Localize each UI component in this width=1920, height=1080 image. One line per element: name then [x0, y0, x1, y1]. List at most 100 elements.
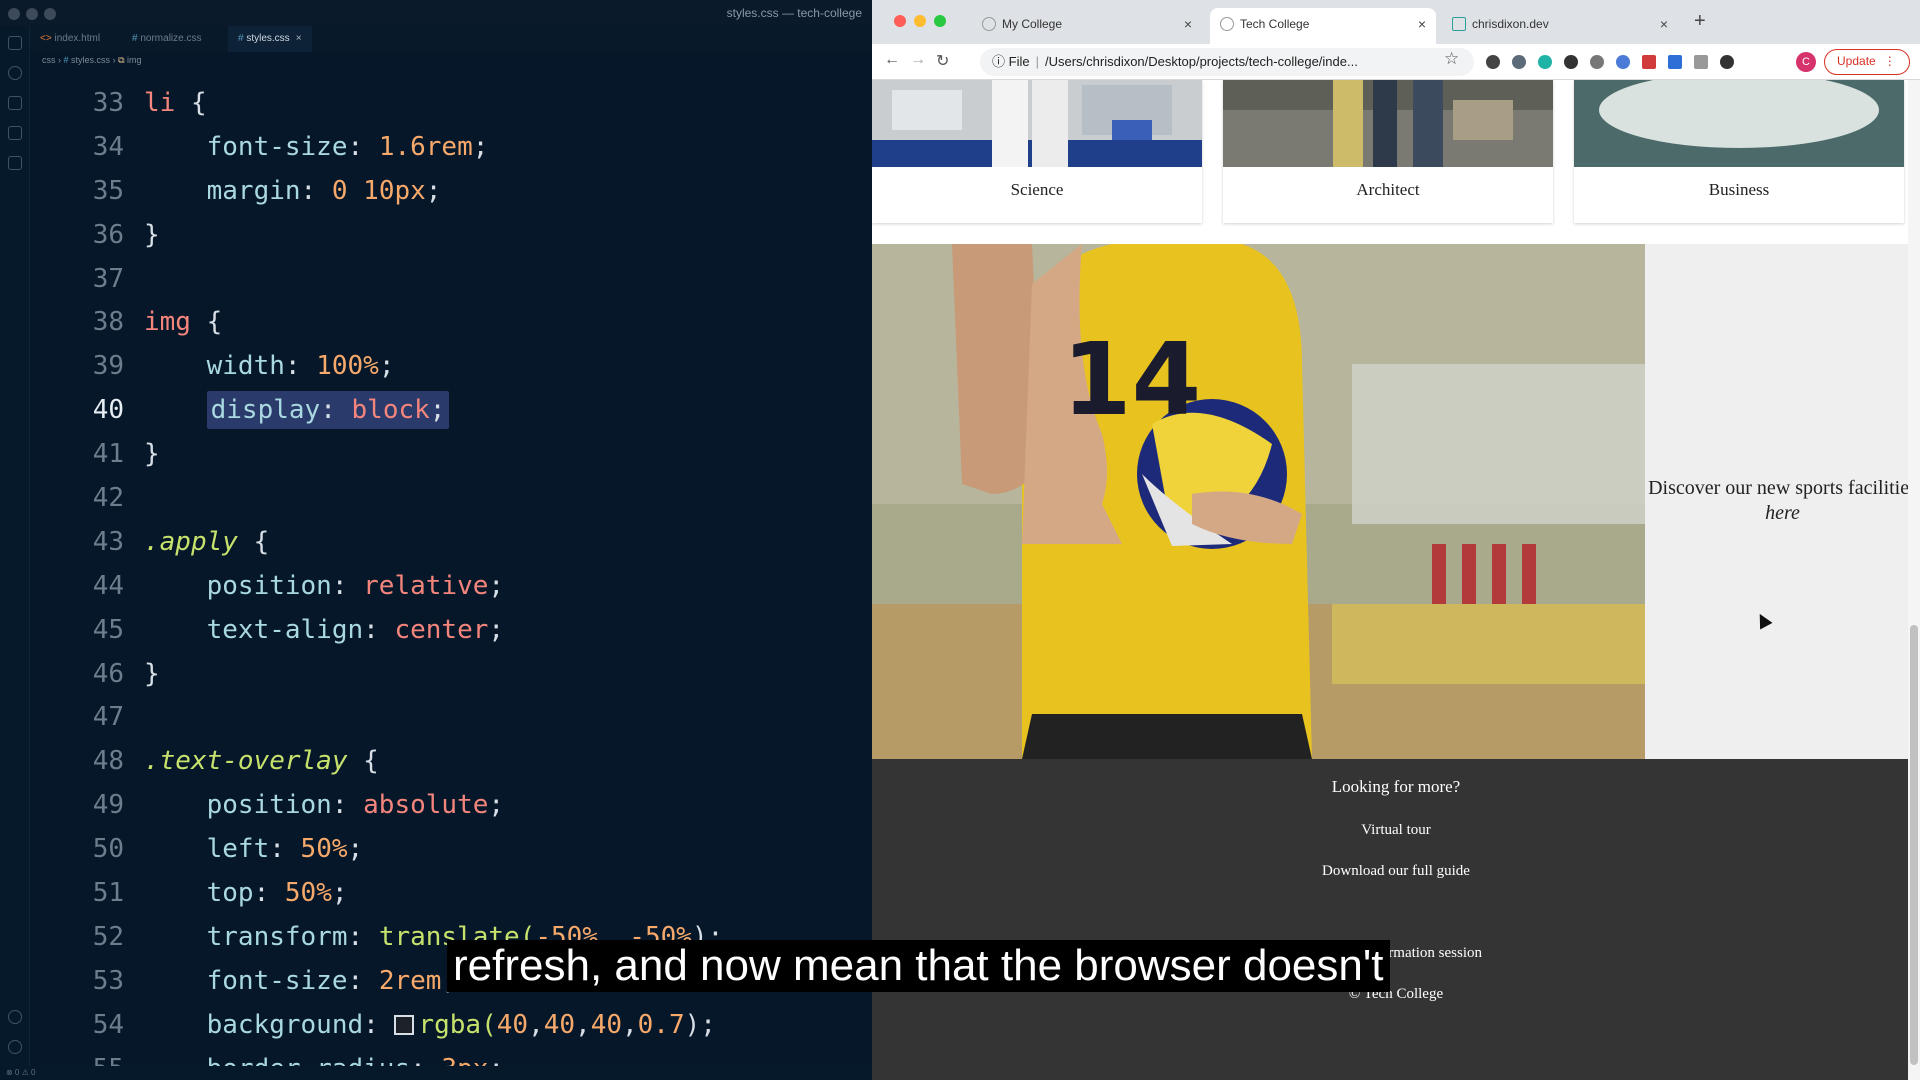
code-line[interactable]: 33 li {	[30, 82, 872, 126]
info-icon[interactable]: ⓘ	[992, 54, 1009, 69]
extension-icon[interactable]	[1512, 55, 1526, 69]
browser-tab-chrisdixon[interactable]: chrisdixon.dev ×	[1442, 8, 1678, 44]
code-token: left	[144, 834, 270, 865]
page-viewport[interactable]: Science Architect Business 14 Discover o…	[872, 80, 1920, 1080]
code-area[interactable]: 33 li {34 font-size: 1.6rem; 35 margin: 0 …	[30, 82, 872, 1080]
code-line[interactable]: 47	[30, 696, 872, 740]
page-scrollbar[interactable]	[1908, 80, 1920, 1080]
extensions-icon[interactable]	[8, 156, 22, 170]
code-token: .text-overlay	[144, 746, 348, 777]
browser-tab-tech-college[interactable]: Tech College ×	[1210, 8, 1436, 44]
run-debug-icon[interactable]	[8, 126, 22, 140]
color-swatch[interactable]	[394, 1014, 415, 1035]
minimize-window-button[interactable]	[914, 15, 926, 27]
css-icon: #	[63, 55, 72, 65]
close-tab-icon[interactable]: ×	[1184, 8, 1192, 40]
browser-tab-my-college[interactable]: My College ×	[972, 8, 1202, 44]
code-line[interactable]: 41}	[30, 433, 872, 477]
explorer-icon[interactable]	[8, 36, 22, 50]
line-number: 48	[92, 746, 124, 777]
search-icon[interactable]	[8, 66, 22, 80]
code-line[interactable]: 40 display: block;	[30, 389, 872, 433]
breadcrumb-folder[interactable]: css	[42, 55, 56, 65]
code-line[interactable]: 46}	[30, 653, 872, 697]
footer-link-download-guide[interactable]: Download our full guide	[872, 863, 1920, 880]
extension-icon[interactable]	[1590, 55, 1604, 69]
address-bar[interactable]: ⓘ File | /Users/chrisdixon/Desktop/project…	[980, 48, 1474, 76]
close-window-button[interactable]	[8, 8, 20, 20]
breadcrumb-file[interactable]: styles.css	[71, 55, 110, 65]
close-tab-icon[interactable]: ×	[1418, 8, 1426, 40]
close-window-button[interactable]	[894, 15, 906, 27]
update-button[interactable]: Update ⋮	[1824, 49, 1910, 75]
course-card-science[interactable]: Science	[872, 80, 1202, 223]
maximize-window-button[interactable]	[934, 15, 946, 27]
minimize-window-button[interactable]	[26, 8, 38, 20]
code-token: :	[320, 395, 352, 426]
extension-icon[interactable]	[1538, 55, 1552, 69]
maximize-window-button[interactable]	[44, 8, 56, 20]
account-icon[interactable]	[8, 1010, 22, 1024]
bookmark-star-icon[interactable]: ☆	[1444, 49, 1459, 69]
code-line[interactable]: 48 .text-overlay {	[30, 740, 872, 784]
code-line[interactable]: 54 background: rgba(40,40,40,0.7);	[30, 1004, 872, 1048]
more-vert-icon[interactable]: ⋮	[1884, 54, 1896, 68]
tab-normalize-css[interactable]: # normalize.css	[122, 26, 211, 52]
source-control-icon[interactable]	[8, 96, 22, 110]
extension-icon[interactable]	[1564, 55, 1578, 69]
extension-icon[interactable]	[1486, 55, 1500, 69]
tab-index-html[interactable]: <> index.html	[30, 26, 110, 52]
code-line[interactable]: 50 left: 50%;	[30, 828, 872, 872]
code-token: ;	[331, 878, 348, 909]
code-line[interactable]: 35 margin: 0 10px;	[30, 170, 872, 214]
scrollbar-thumb[interactable]	[1910, 625, 1918, 1065]
line-number: 35	[92, 175, 124, 206]
tab-label: styles.css	[246, 33, 290, 44]
close-tab-icon[interactable]: ×	[1660, 8, 1668, 40]
code-text: }	[144, 214, 160, 258]
new-tab-plus-icon[interactable]: +	[1694, 10, 1706, 33]
editor-status-bar[interactable]: ⊗ 0 ⚠ 0	[0, 1066, 872, 1080]
breadcrumb-symbol[interactable]: img	[127, 55, 142, 65]
code-text: position: relative;	[144, 565, 504, 609]
code-line[interactable]: 45 text-align: center;	[30, 609, 872, 653]
code-token: 0.7	[637, 1009, 685, 1040]
forward-arrow-icon[interactable]: →	[910, 51, 926, 69]
extensions-puzzle-icon[interactable]	[1720, 55, 1734, 69]
code-line[interactable]: 37	[30, 258, 872, 302]
line-number: 45	[92, 614, 124, 645]
extension-icon[interactable]	[1642, 55, 1656, 69]
course-card-business[interactable]: Business	[1574, 80, 1904, 223]
line-number: 37	[92, 263, 124, 294]
settings-gear-icon[interactable]	[8, 1040, 22, 1054]
code-text: }	[144, 433, 160, 477]
code-token: %	[316, 878, 332, 909]
footer-link-virtual-tour[interactable]: Virtual tour	[872, 822, 1920, 839]
code-token: ,	[575, 1009, 591, 1040]
code-line[interactable]: 39 width: 100%;	[30, 345, 872, 389]
code-line[interactable]: 36}	[30, 214, 872, 258]
back-arrow-icon[interactable]: ←	[884, 51, 900, 69]
profile-avatar[interactable]: C	[1796, 52, 1816, 72]
sports-here-link[interactable]: here	[1765, 502, 1800, 524]
code-line[interactable]: 34 font-size: 1.6rem;	[30, 126, 872, 170]
code-line[interactable]: 38 img {	[30, 301, 872, 345]
extension-icon[interactable]	[1694, 55, 1708, 69]
tab-styles-css[interactable]: # styles.css ×	[228, 26, 312, 52]
close-tab-icon[interactable]: ×	[296, 33, 302, 44]
course-card-architect[interactable]: Architect	[1223, 80, 1553, 223]
selection-highlight: display: block;	[206, 391, 450, 430]
editor-window-title: styles.css — tech-college	[726, 6, 862, 20]
code-token: ;	[425, 175, 442, 206]
code-token: img	[144, 307, 191, 338]
code-line[interactable]: 44 position: relative;	[30, 565, 872, 609]
code-line[interactable]: 51 top: 50%;	[30, 872, 872, 916]
extension-icon[interactable]	[1668, 55, 1682, 69]
code-line[interactable]: 42	[30, 477, 872, 521]
code-line[interactable]: 49 position: absolute;	[30, 784, 872, 828]
code-line[interactable]: 43 .apply {	[30, 521, 872, 565]
reload-icon[interactable]: ↻	[936, 51, 949, 71]
extension-icon[interactable]	[1616, 55, 1630, 69]
code-token: %	[331, 834, 348, 865]
symbol-icon: ⧉	[118, 55, 127, 65]
